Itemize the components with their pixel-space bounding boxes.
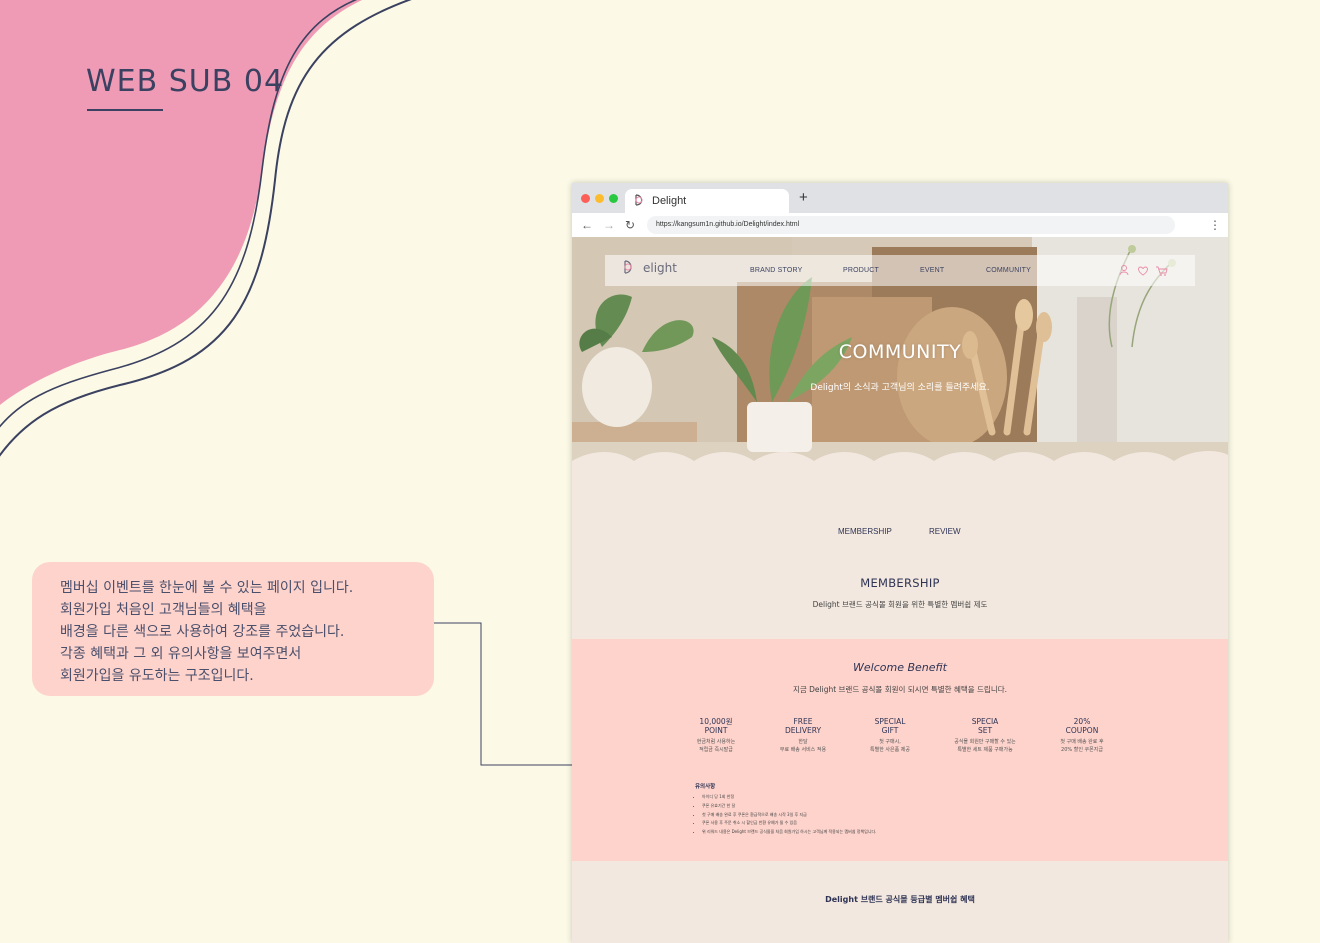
benefit-description-line: 특별한 사은품 제공 xyxy=(870,747,910,753)
nav-link-brand-story[interactable]: BRAND STORY xyxy=(750,267,803,274)
benefit-heading: SET xyxy=(977,726,993,735)
benefit-description: 공식몰 회원만 구매할 수 있는 특별한 세트 제품 구매가능 xyxy=(940,738,1030,754)
browser-tab[interactable]: Delight xyxy=(625,189,789,213)
benefit-subtitle: 지금 Delight 브랜드 공식몰 회원이 되시면 특별한 혜택을 드립니다. xyxy=(792,685,1008,694)
notice-item: 쿠폰 사용 후 주문 취소 시 할인금 반환 유예가 될 수 있음 xyxy=(702,819,876,828)
notice-list: 아이디 당 1회 한정 쿠폰 유효기간 한 달 첫 구매 배송 완료 후 쿠폰은… xyxy=(695,793,876,837)
benefit-description-line: 적립금 즉시발급 xyxy=(699,747,733,753)
benefit-description-line: 첫 구매시, xyxy=(879,739,901,745)
grade-membership-title: Delight 브랜드 공식몰 등급별 멤버쉽 혜택 xyxy=(825,895,975,904)
nav-link-event[interactable]: EVENT xyxy=(920,267,944,274)
browser-window: Delight + ← → ↻ https://kangsum1n.github… xyxy=(572,183,1228,943)
benefit-description-line: 20% 할인 쿠폰지급 xyxy=(1061,747,1103,753)
new-tab-button[interactable]: + xyxy=(799,190,808,205)
benefit-heading: GIFT xyxy=(881,726,899,735)
notice-item: 쿠폰 유효기간 한 달 xyxy=(702,802,876,811)
browser-tab-bar: Delight + xyxy=(572,183,1228,213)
hero-subtitle: Delight의 소식과 고객님의 소리를 들려주세요. xyxy=(810,383,990,393)
user-icon[interactable] xyxy=(1119,265,1129,276)
benefit-heading: DELIVERY xyxy=(784,726,822,735)
hero-title: COMMUNITY xyxy=(838,341,962,363)
welcome-benefit-section: Welcome Benefit 지금 Delight 브랜드 공식몰 회원이 되… xyxy=(572,639,1228,861)
notice-block: 유의사항 아이디 당 1회 한정 쿠폰 유효기간 한 달 첫 구매 배송 완료 … xyxy=(695,782,876,837)
nav-icon-group xyxy=(1119,265,1168,276)
url-field[interactable]: https://kangsum1n.github.io/Delight/inde… xyxy=(647,216,1175,234)
benefit-description: 첫 구매시, 특별한 사은품 제공 xyxy=(845,738,935,754)
maximize-window-dot[interactable] xyxy=(609,194,618,203)
forward-arrow-icon[interactable]: → xyxy=(603,218,615,232)
benefit-heading: 20% xyxy=(1073,717,1091,726)
benefit-item-set: SPECIA SET 공식몰 회원만 구매할 수 있는 특별한 세트 제품 구매… xyxy=(940,717,1030,754)
benefit-item-delivery: FREE DELIVERY 한달 무료 배송 서비스 적용 xyxy=(758,717,848,754)
benefit-heading: POINT xyxy=(704,726,728,735)
subtab-review[interactable]: REVIEW xyxy=(929,527,961,536)
benefit-item-point: 10,000원 POINT 현금처럼 사용하는 적립금 즉시발급 xyxy=(671,717,761,754)
benefit-description-line: 한달 xyxy=(798,739,808,745)
delight-logo-mark-icon xyxy=(624,260,632,274)
notice-item: 첫 구매 배송 완료 후 쿠폰은 환급적으로 배송 시작 3일 후 지급 xyxy=(702,811,876,820)
close-window-dot[interactable] xyxy=(581,194,590,203)
more-menu-icon[interactable]: ⋮ xyxy=(1209,218,1221,232)
benefit-title: Welcome Benefit xyxy=(853,661,947,674)
tab-title: Delight xyxy=(652,195,687,207)
site-logo-text[interactable]: elight xyxy=(643,261,677,275)
notice-title: 유의사항 xyxy=(695,784,716,790)
reload-icon[interactable]: ↻ xyxy=(625,218,635,232)
benefit-heading: COUPON xyxy=(1065,726,1099,735)
benefit-item-gift: SPECIAL GIFT 첫 구매시, 특별한 사은품 제공 xyxy=(845,717,935,754)
section-title: MEMBERSHIP xyxy=(860,576,940,590)
benefit-description-line: 공식몰 회원만 구매할 수 있는 xyxy=(954,739,1016,745)
benefit-description-line: 특별한 세트 제품 구매가능 xyxy=(957,747,1013,753)
back-arrow-icon[interactable]: ← xyxy=(581,218,593,232)
site-navigation-bar: elight BRAND STORY PRODUCT EVENT COMMUNI… xyxy=(605,255,1195,286)
benefit-description-line: 현금처럼 사용하는 xyxy=(696,739,736,745)
url-text: https://kangsum1n.github.io/Delight/inde… xyxy=(656,221,800,228)
section-subtitle: Delight 브랜드 공식몰 회원을 위한 특별한 멤버쉽 제도 xyxy=(812,600,988,609)
benefit-heading: FREE xyxy=(793,717,813,726)
nav-link-product[interactable]: PRODUCT xyxy=(843,267,879,274)
delight-favicon-icon xyxy=(635,194,643,206)
heart-icon[interactable] xyxy=(1138,266,1148,276)
browser-address-bar: ← → ↻ https://kangsum1n.github.io/Deligh… xyxy=(572,213,1228,237)
subtab-membership[interactable]: MEMBERSHIP xyxy=(838,527,892,536)
benefit-description-line: 첫 구매 배송 완료 후 xyxy=(1060,739,1104,745)
benefit-description: 한달 무료 배송 서비스 적용 xyxy=(758,738,848,754)
benefit-heading: 10,000원 xyxy=(699,717,733,726)
hero-banner: elight BRAND STORY PRODUCT EVENT COMMUNI… xyxy=(572,237,1228,469)
benefit-description: 첫 구매 배송 완료 후 20% 할인 쿠폰지급 xyxy=(1037,738,1127,754)
notice-item: 아이디 당 1회 한정 xyxy=(702,793,876,802)
minimize-window-dot[interactable] xyxy=(595,194,604,203)
notice-item: 위 리워드 내용은 Delight 브랜드 공식몰을 처음 회원가입 하시는 고… xyxy=(702,828,876,837)
benefit-description: 현금처럼 사용하는 적립금 즉시발급 xyxy=(671,738,761,754)
benefit-description-line: 무료 배송 서비스 적용 xyxy=(779,747,827,753)
benefit-heading: SPECIA xyxy=(971,717,999,726)
benefit-heading: SPECIAL xyxy=(874,717,906,726)
cart-icon[interactable] xyxy=(1156,266,1168,276)
benefit-item-coupon: 20% COUPON 첫 구매 배송 완료 후 20% 할인 쿠폰지급 xyxy=(1037,717,1127,754)
nav-link-community[interactable]: COMMUNITY xyxy=(986,267,1031,274)
